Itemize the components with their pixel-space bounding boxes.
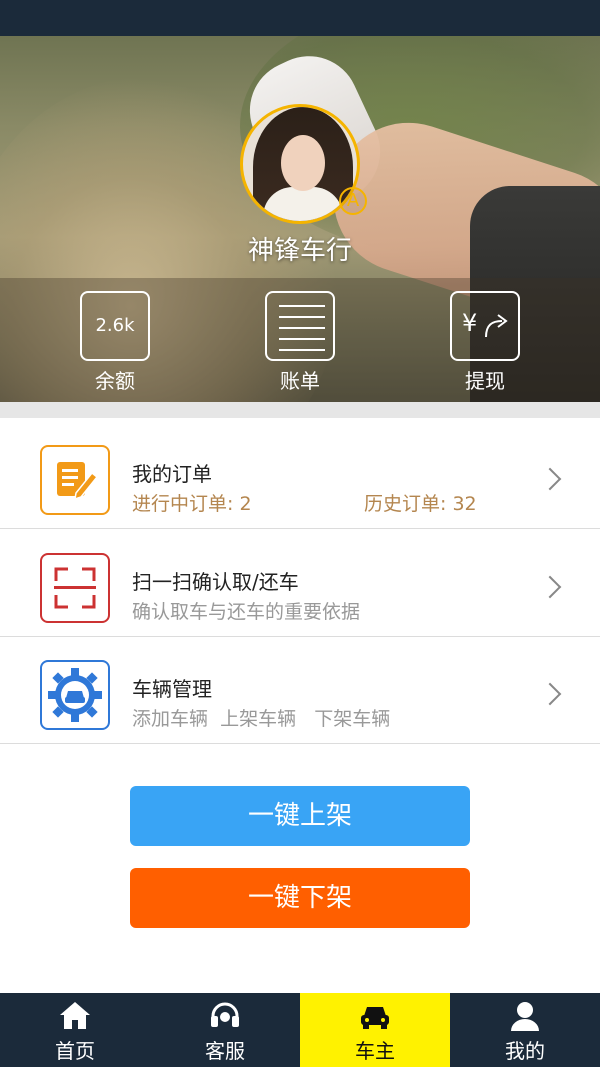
scan-confirm-item[interactable]: 扫一扫确认取/还车 确认取车与还车的重要依据 — [0, 531, 600, 637]
withdraw-label: 提现 — [465, 369, 505, 393]
scan-subtitle: 确认取车与还车的重要依据 — [132, 601, 361, 623]
my-orders-title: 我的订单 — [132, 462, 212, 486]
share-arrow-icon — [485, 314, 508, 338]
tab-owner-label: 车主 — [355, 1039, 395, 1063]
balance-box: 2.6k — [80, 291, 150, 361]
history-orders: 历史订单: 32 — [364, 493, 477, 515]
tab-home-label: 首页 — [55, 1039, 95, 1063]
tab-mine[interactable]: 我的 — [450, 993, 600, 1067]
bill-list-icon — [265, 291, 335, 361]
user-icon — [511, 1002, 539, 1031]
list-all-button[interactable]: 一键上架 — [130, 786, 470, 846]
orders-counts: 进行中订单: 2 历史订单: 32 — [132, 489, 477, 516]
bill-label: 账单 — [280, 369, 320, 393]
withdraw-icon: ¥ — [450, 291, 520, 361]
headset-icon — [211, 1002, 239, 1027]
tab-service[interactable]: 客服 — [150, 993, 300, 1067]
vehicle-title: 车辆管理 — [132, 677, 212, 701]
tab-home[interactable]: 首页 — [0, 993, 150, 1067]
chevron-right-icon — [538, 467, 562, 491]
vehicle-management-item[interactable]: 车辆管理 添加车辆 上架车辆 下架车辆 — [0, 638, 600, 744]
section-divider — [0, 402, 600, 418]
my-orders-item[interactable]: 我的订单 进行中订单: 2 历史订单: 32 — [0, 423, 600, 529]
scan-frame-icon — [40, 553, 110, 623]
level-badge: A — [339, 187, 367, 215]
vehicle-gear-icon — [40, 660, 110, 730]
balance-value: 2.6k — [95, 315, 135, 336]
chevron-right-icon — [538, 682, 562, 706]
in-progress-orders: 进行中订单: 2 — [132, 493, 252, 515]
balance-button[interactable]: 2.6k 余额 — [65, 291, 165, 394]
tab-mine-label: 我的 — [505, 1039, 545, 1063]
order-edit-icon — [40, 445, 110, 515]
tab-owner[interactable]: 车主 — [300, 993, 450, 1067]
yen-icon: ¥ — [462, 309, 478, 337]
bottom-tab-bar: 首页 客服 车主 我的 — [0, 993, 600, 1067]
bill-button[interactable]: 账单 — [250, 291, 350, 394]
scan-title: 扫一扫确认取/还车 — [132, 570, 299, 594]
chevron-right-icon — [538, 575, 562, 599]
status-bar — [0, 0, 600, 36]
unlist-all-button[interactable]: 一键下架 — [130, 868, 470, 928]
store-name: 神锋车行 — [247, 236, 352, 266]
balance-label: 余额 — [95, 369, 135, 393]
tab-service-label: 客服 — [205, 1039, 245, 1063]
home-icon — [60, 1002, 90, 1029]
withdraw-button[interactable]: ¥ 提现 — [435, 291, 535, 394]
car-icon — [361, 1007, 389, 1029]
vehicle-subtitle: 添加车辆 上架车辆 下架车辆 — [132, 708, 391, 730]
